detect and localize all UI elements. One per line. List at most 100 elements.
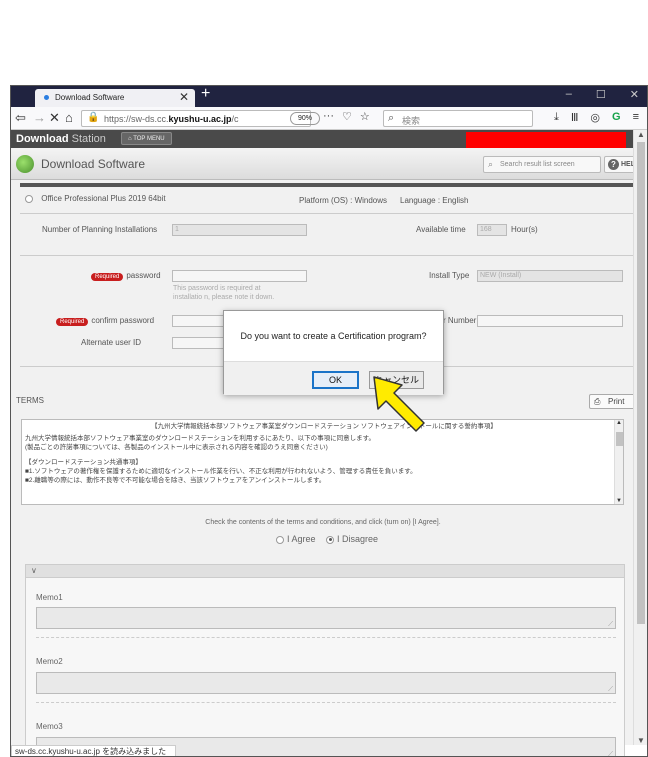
platform-label: Platform (OS) : Windows bbox=[299, 196, 388, 205]
memo1-input[interactable] bbox=[36, 607, 616, 629]
close-window-button[interactable]: ✕ bbox=[630, 88, 639, 101]
zoom-badge[interactable]: 90% bbox=[290, 112, 320, 125]
terms-textbox[interactable]: 【九州大学情報統括本部ソフトウェア事業室ダウンロードステーション ソフトウェアイ… bbox=[21, 419, 624, 505]
terms-instruction: Check the contents of the terms and cond… bbox=[205, 519, 441, 526]
minimize-button[interactable]: – bbox=[566, 88, 572, 101]
menu-icon[interactable]: ≡ bbox=[633, 111, 639, 124]
divider bbox=[20, 213, 635, 214]
browser-tab[interactable]: Download Software ✕ bbox=[35, 89, 195, 107]
page-scroll-thumb[interactable] bbox=[637, 142, 645, 624]
install-type-select[interactable]: NEW (Install) bbox=[477, 270, 623, 282]
tab-close-icon[interactable]: ✕ bbox=[179, 90, 189, 104]
terms-line: 九州大学情報統括本部ソフトウェア事業室のダウンロードステーションを利用するにあた… bbox=[25, 435, 375, 442]
new-tab-button[interactable]: + bbox=[201, 86, 210, 103]
tab-favicon-icon bbox=[44, 95, 49, 100]
scroll-down-icon[interactable]: ▼ bbox=[616, 498, 622, 504]
required-badge: Required bbox=[56, 318, 89, 326]
redacted-box bbox=[466, 132, 626, 148]
ok-button[interactable]: OK bbox=[312, 371, 359, 389]
confirm-label-row: Required confirm password bbox=[56, 316, 154, 326]
planning-label: Number of Planning Installations bbox=[42, 225, 158, 234]
memo2-label: Memo2 bbox=[36, 657, 63, 666]
forward-icon[interactable]: → bbox=[33, 110, 46, 125]
url-text[interactable]: https://sw-ds.cc.kyushu-u.ac.jp/c bbox=[104, 114, 244, 124]
language-label: Language : English bbox=[400, 196, 469, 205]
search-placeholder: 検索 bbox=[402, 116, 421, 126]
hours-label: Hour(s) bbox=[511, 225, 538, 234]
password-hint: This password is required at installatio… bbox=[173, 285, 275, 301]
divider bbox=[20, 255, 635, 256]
pointer-arrow-icon bbox=[373, 376, 425, 432]
tab-title: Download Software bbox=[55, 93, 125, 102]
top-menu-button[interactable]: ⌂ TOP MENU bbox=[121, 132, 172, 145]
install-type-label: Install Type bbox=[429, 271, 470, 280]
terms-heading: TERMS bbox=[16, 396, 44, 405]
password-input[interactable] bbox=[172, 270, 307, 282]
product-radio-icon bbox=[25, 194, 33, 203]
help-icon: ? bbox=[608, 159, 619, 170]
page-scrollbar[interactable]: ▲ ▼ bbox=[633, 130, 647, 745]
more-actions-icon[interactable]: ··· bbox=[323, 110, 334, 123]
agree-radio-group: I Agree I Disagree bbox=[11, 534, 635, 544]
terms-line: 【ダウンロードステーション共通事項】 bbox=[25, 459, 142, 466]
terms-line: (製品ごとの許諾事項については、各製品のインストール中に表示される内容を確認のう… bbox=[25, 444, 328, 451]
stop-icon[interactable]: ✕ bbox=[49, 110, 60, 126]
library-icon[interactable]: Ⅲ bbox=[571, 111, 579, 124]
scroll-up-icon[interactable]: ▲ bbox=[637, 130, 645, 139]
app-header: Download Station ⌂ TOP MENU bbox=[11, 130, 647, 148]
back-icon[interactable]: ⇦ bbox=[15, 110, 26, 126]
available-time-input[interactable]: 168 bbox=[477, 224, 507, 236]
disagree-radio[interactable] bbox=[326, 535, 334, 544]
memo-toggle-icon[interactable]: ∨ bbox=[26, 565, 624, 578]
printer-icon: ⎙ bbox=[594, 397, 601, 406]
maximize-button[interactable]: ☐ bbox=[596, 88, 606, 101]
terms-scroll-thumb[interactable] bbox=[616, 432, 623, 446]
agree-radio[interactable] bbox=[275, 535, 284, 544]
available-time-label: Available time bbox=[416, 225, 466, 234]
serial-number-label: r Number bbox=[443, 316, 477, 325]
grammarly-icon[interactable]: G bbox=[612, 111, 621, 124]
scroll-down-icon[interactable]: ▼ bbox=[637, 736, 645, 745]
required-badge: Required bbox=[91, 273, 124, 281]
terms-line: ■1.ソフトウェアの著作権を保護するために適切なインストール作業を行い、不正な利… bbox=[25, 468, 417, 475]
product-name: Office Professional Plus 2019 64bit bbox=[41, 194, 166, 203]
password-label-row: Required password bbox=[91, 271, 161, 281]
search-icon: ⌕ bbox=[488, 159, 494, 169]
divider bbox=[36, 637, 616, 638]
dialog-message: Do you want to create a Certification pr… bbox=[240, 331, 427, 341]
disagree-label[interactable]: I Disagree bbox=[337, 534, 378, 544]
alternate-user-label: Alternate user ID bbox=[81, 338, 142, 347]
serial-number-input[interactable] bbox=[477, 315, 623, 327]
page-title-bar: Download Software ⌕ Search result list sc… bbox=[11, 148, 647, 180]
url-bar[interactable]: 🔒 https://sw-ds.cc.kyushu-u.ac.jp/c 90% bbox=[81, 110, 320, 127]
brand-logo: Download Station bbox=[16, 133, 106, 145]
memo2-input[interactable] bbox=[36, 672, 616, 694]
pocket-icon[interactable]: ♡ bbox=[342, 110, 352, 123]
page-title: Download Software bbox=[41, 157, 146, 171]
terms-title: 【九州大学情報統括本部ソフトウェア事業室ダウンロードステーション ソフトウェアイ… bbox=[151, 423, 497, 430]
software-icon bbox=[16, 155, 34, 173]
terms-line: ■2.離職等の際には、動作不良等で不可能な場合を除き、当該ソフトウェアをアンイン… bbox=[25, 477, 326, 484]
memo-panel: ∨ Memo1 Memo2 Memo3 bbox=[25, 564, 625, 756]
home-icon[interactable]: ⌂ bbox=[65, 110, 73, 125]
bookmark-star-icon[interactable]: ☆ bbox=[360, 110, 370, 123]
browser-window: Download Software ✕ + – ☐ ✕ ⇦ → ✕ ⌂ 🔒 ht… bbox=[10, 85, 648, 757]
agree-label[interactable]: I Agree bbox=[287, 534, 316, 544]
memo3-label: Memo3 bbox=[36, 722, 63, 731]
divider bbox=[36, 702, 616, 703]
account-icon[interactable]: ◎ bbox=[590, 111, 600, 124]
search-bar[interactable]: ⌕ 検索 bbox=[383, 110, 533, 127]
lock-icon: 🔒 bbox=[87, 112, 100, 123]
status-bar: sw-ds.cc.kyushu-u.ac.jp を読み込みました bbox=[11, 745, 176, 756]
product-row: Office Professional Plus 2019 64bit bbox=[25, 194, 166, 203]
planning-input[interactable]: 1 bbox=[172, 224, 307, 236]
print-button[interactable]: ⎙ Print bbox=[589, 394, 637, 409]
downloads-icon[interactable]: ⤓ bbox=[554, 111, 559, 124]
scroll-up-icon[interactable]: ▲ bbox=[616, 420, 622, 426]
nav-bar: ⇦ → ✕ ⌂ 🔒 https://sw-ds.cc.kyushu-u.ac.j… bbox=[11, 107, 647, 130]
section-divider bbox=[20, 183, 635, 187]
search-result-button[interactable]: ⌕ Search result list screen bbox=[483, 156, 601, 173]
terms-scrollbar[interactable]: ▲ ▼ bbox=[614, 420, 623, 504]
search-icon: ⌕ bbox=[388, 112, 395, 124]
tab-bar: Download Software ✕ + – ☐ ✕ bbox=[11, 86, 647, 107]
